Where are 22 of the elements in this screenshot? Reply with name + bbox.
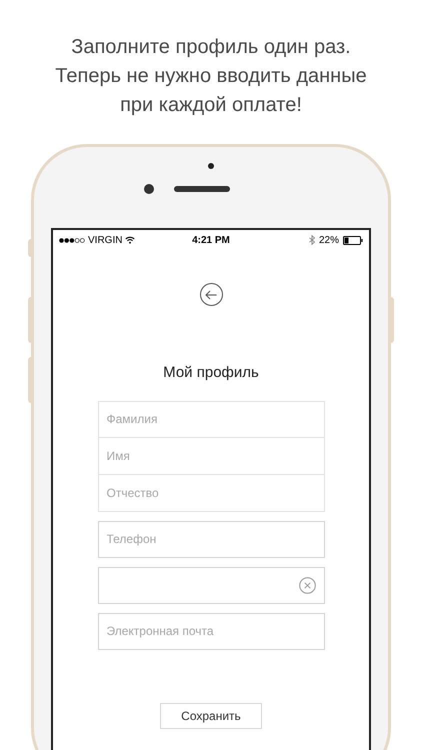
input-field[interactable]: Имя [98,438,324,474]
input-field[interactable] [98,566,324,604]
back-arrow-icon [205,290,217,300]
battery-icon [342,236,363,244]
camera-icon [144,184,154,194]
clear-icon[interactable] [298,576,316,594]
save-button[interactable]: Сохранить [160,702,262,728]
speaker-icon [174,186,230,192]
status-time: 4:21 PM [192,234,230,248]
screen-title: Мой профиль [163,363,259,383]
battery-percent: 22% [318,234,339,248]
caption: Заполните профиль один раз. Теперь не нужно вводить данные при каждой оплате! [54,35,368,118]
wifi-icon [125,236,136,244]
input-field[interactable]: Отчество [98,474,324,512]
input-field[interactable]: Фамилия [98,400,324,438]
back-button[interactable] [200,283,222,306]
input-field[interactable]: Электронная почта [98,612,324,650]
carrier-name: VIRGIN [88,234,122,248]
bluetooth-icon [308,235,315,245]
input-field[interactable]: Телефон [98,520,324,558]
signal-icon [59,238,85,242]
sensor-icon [208,163,214,169]
